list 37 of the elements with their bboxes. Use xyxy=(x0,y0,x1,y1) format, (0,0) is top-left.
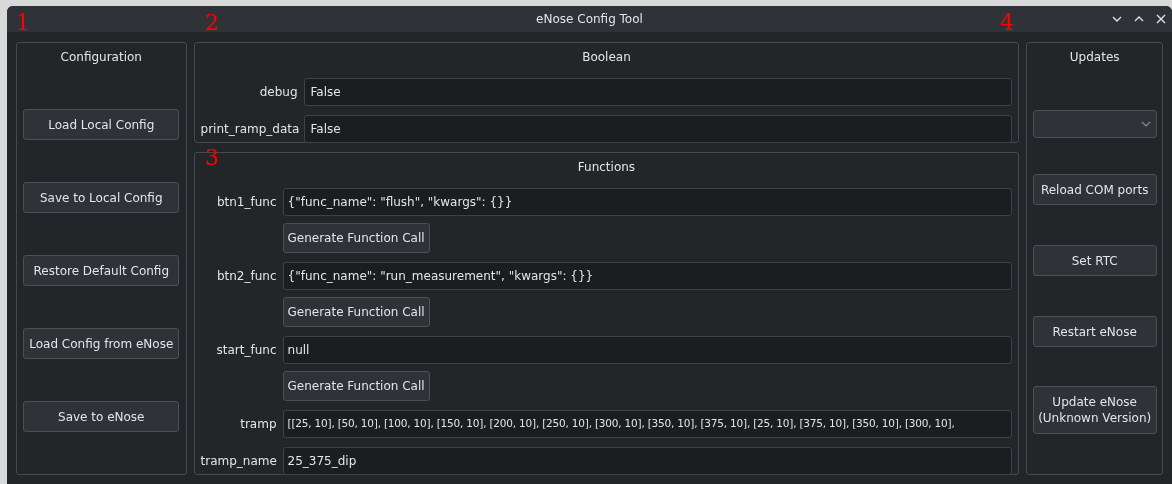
update-button[interactable]: Update eNose (Unknown Version) xyxy=(1032,386,1157,434)
input-field[interactable]: [[25, 10], [50, 10], [100, 10], [150, 10], [200, 10], [250, 10], [300, 10], [350, 10], [375, 10], [25, 10], [375, 10], [350, 10], [300, 10], xyxy=(282,410,1013,438)
annotation-number: 4 xyxy=(1000,12,1014,34)
annotation-number: 2 xyxy=(205,12,219,34)
annotation-number: 3 xyxy=(205,147,219,169)
annotation-number: 1 xyxy=(16,12,30,34)
input-field[interactable]: False xyxy=(303,78,1013,106)
panel-title: Updates xyxy=(1069,49,1120,64)
panel-title: Functions xyxy=(577,159,636,174)
field-label: btn1_func xyxy=(215,194,277,211)
field-label: print_ramp_data xyxy=(200,121,298,138)
input-field[interactable]: {"func_name": "run_measurement", "kwargs": {}} xyxy=(282,262,1013,290)
update-button[interactable]: Set RTC xyxy=(1032,245,1157,276)
input-field[interactable]: null xyxy=(282,336,1013,364)
input-field[interactable]: 25_375_dip xyxy=(282,447,1013,475)
generate-button[interactable]: Generate Function Call xyxy=(282,297,430,327)
close-icon[interactable] xyxy=(1154,12,1168,26)
window-title: eNose Config Tool xyxy=(536,11,643,28)
field-label: tramp_name xyxy=(200,453,277,470)
config-button[interactable]: Save to Local Config xyxy=(23,182,180,213)
config-button[interactable]: Restore Default Config xyxy=(23,255,180,286)
field-label: tramp xyxy=(239,416,277,433)
update-button[interactable]: Reload COM ports xyxy=(1032,174,1157,205)
chevron-down-icon xyxy=(1140,121,1151,127)
generate-button[interactable]: Generate Function Call xyxy=(282,223,430,253)
config-button[interactable]: Load Config from eNose xyxy=(23,328,180,359)
panel-title: Configuration xyxy=(60,49,142,64)
config-button[interactable]: Load Local Config xyxy=(23,109,180,140)
input-field[interactable]: False xyxy=(303,115,1013,143)
generate-button[interactable]: Generate Function Call xyxy=(282,371,430,401)
panel-title: Boolean xyxy=(582,49,631,64)
field-label: start_func xyxy=(215,342,277,359)
config-button[interactable]: Save to eNose xyxy=(23,401,180,432)
field-label: btn2_func xyxy=(215,268,277,285)
field-label: debug xyxy=(258,84,298,101)
update-button[interactable]: Restart eNose xyxy=(1032,316,1157,347)
input-field[interactable]: {"func_name": "flush", "kwargs": {}} xyxy=(282,188,1013,216)
